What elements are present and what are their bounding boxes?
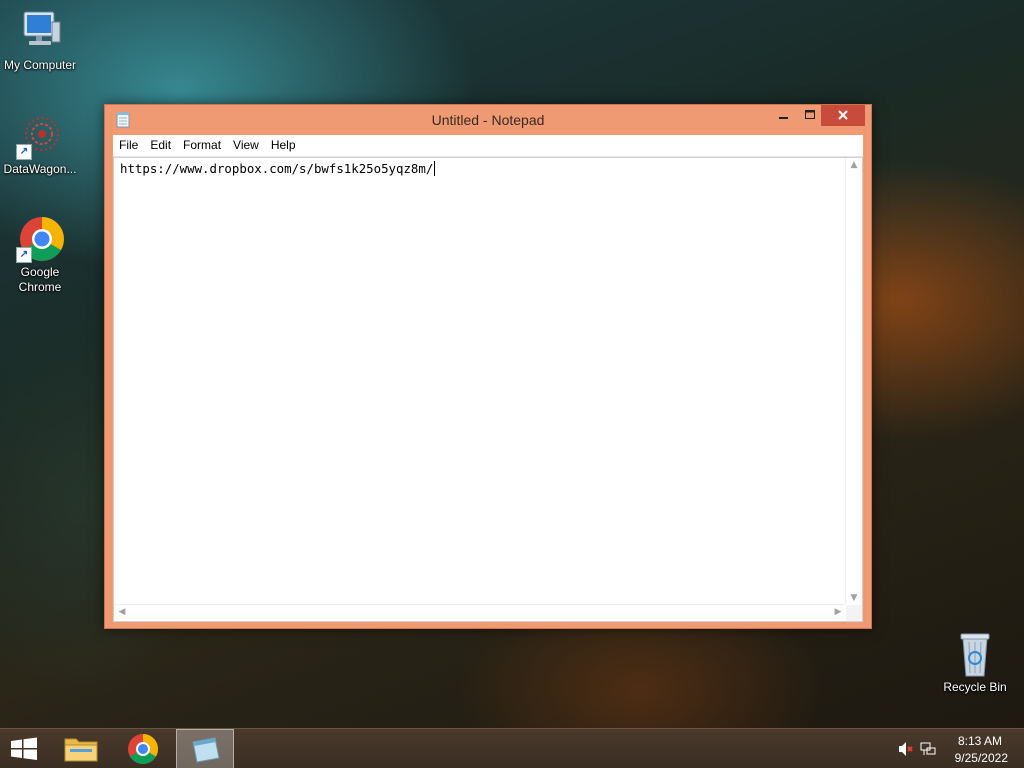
shortcut-arrow-icon: ↗ [16, 144, 32, 160]
taskbar-notepad[interactable] [176, 729, 234, 768]
close-button[interactable] [821, 105, 865, 126]
menu-edit[interactable]: Edit [144, 135, 177, 156]
horizontal-scrollbar[interactable]: ◀ ▶ [114, 604, 846, 621]
desktop-icon-label: Recycle Bin [943, 680, 1007, 694]
start-button[interactable] [0, 729, 48, 768]
system-tray: 8:13 AM 9/25/2022 [884, 729, 1024, 768]
clock-time[interactable]: 8:13 AM [958, 734, 1002, 748]
desktop-icon-my-computer[interactable]: My Computer [0, 8, 80, 73]
menu-file[interactable]: File [113, 135, 144, 156]
menu-bar: File Edit Format View Help [113, 135, 863, 157]
datawagon-icon: ↗ [16, 112, 64, 160]
recycle-bin-icon [951, 630, 999, 678]
maximize-button[interactable] [797, 105, 823, 126]
title-bar[interactable]: Untitled - Notepad [105, 105, 871, 135]
text-editor[interactable]: https://www.dropbox.com/s/bwfs1k25o5yqz8… [113, 157, 863, 622]
desktop: My Computer ↗ DataWagon... ↗ Google Chro… [0, 0, 1024, 768]
menu-format[interactable]: Format [177, 135, 227, 156]
chrome-icon [128, 734, 159, 765]
windows-logo-icon [11, 737, 37, 760]
menu-view[interactable]: View [227, 135, 265, 156]
menu-help[interactable]: Help [265, 135, 302, 156]
taskbar: 8:13 AM 9/25/2022 [0, 728, 1024, 768]
notepad-window[interactable]: Untitled - Notepad File Edit Format View… [104, 104, 872, 629]
scroll-down-icon[interactable]: ▼ [846, 593, 862, 603]
scroll-left-icon[interactable]: ◀ [114, 607, 130, 617]
scroll-right-icon[interactable]: ▶ [830, 607, 846, 617]
notepad-icon [192, 737, 220, 763]
scroll-up-icon[interactable]: ▲ [846, 160, 862, 170]
maximize-icon [805, 110, 815, 119]
volume-muted-icon[interactable] [898, 741, 914, 760]
close-icon [838, 110, 848, 120]
desktop-icon-datawagon[interactable]: ↗ DataWagon... [0, 112, 80, 177]
resize-grip[interactable] [846, 605, 862, 621]
minimize-button[interactable] [770, 105, 797, 126]
window-title: Untitled - Notepad [431, 112, 545, 128]
vertical-scrollbar[interactable]: ▲ ▼ [845, 158, 862, 605]
taskbar-file-explorer[interactable] [52, 729, 110, 768]
desktop-icon-label: DataWagon... [3, 162, 77, 176]
desktop-icon-google-chrome[interactable]: ↗ Google Chrome [0, 215, 80, 295]
desktop-icon-recycle-bin[interactable]: Recycle Bin [935, 630, 1015, 695]
desktop-icon-label: Google Chrome [18, 265, 62, 294]
desktop-icon-label: My Computer [3, 58, 77, 72]
chrome-icon: ↗ [16, 215, 64, 263]
editor-content[interactable]: https://www.dropbox.com/s/bwfs1k25o5yqz8… [120, 161, 436, 177]
computer-icon [16, 8, 64, 56]
shortcut-arrow-icon: ↗ [16, 247, 32, 263]
text-caret [434, 161, 436, 176]
minimize-icon [779, 117, 788, 119]
clock-date[interactable]: 9/25/2022 [955, 751, 1008, 765]
folder-icon [64, 738, 98, 762]
network-icon[interactable] [920, 741, 936, 760]
taskbar-chrome[interactable] [114, 729, 172, 768]
editor-text-line: https://www.dropbox.com/s/bwfs1k25o5yqz8… [120, 161, 434, 176]
